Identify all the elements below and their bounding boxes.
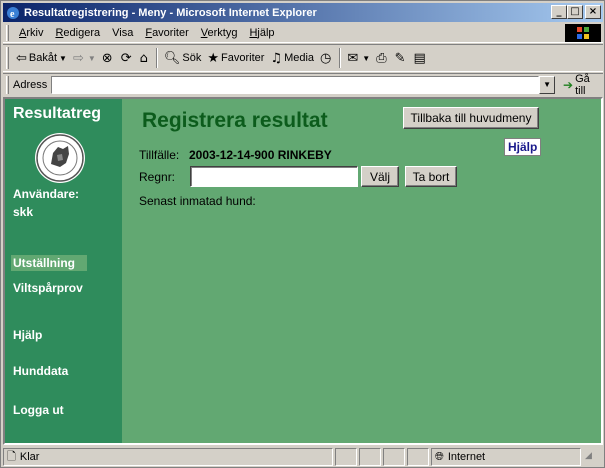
remove-button[interactable]: Ta bort (405, 166, 457, 187)
mail-icon: ✉ (347, 50, 359, 66)
home-button[interactable]: ⌂ (137, 47, 153, 69)
resize-grip-icon[interactable]: ◢ (585, 451, 597, 463)
status-zone-cell: 🌐︎ Internet (431, 448, 581, 466)
address-dropdown-icon[interactable]: ▼ (539, 75, 555, 94)
favorites-label: Favoriter (221, 52, 265, 64)
occasion-label: Tillfälle: (139, 148, 180, 162)
chevron-down-icon[interactable]: ▼ (59, 54, 67, 63)
nav-utstallning[interactable]: Utställning (11, 255, 87, 271)
go-label: Gå till (575, 72, 590, 97)
favorites-button[interactable]: ★ Favoriter (204, 47, 267, 69)
toolbar: ⇦ Bakåt ▼ ⇨ ▼ ⊗ ⟳ ⌂ 🔍︎ Sök ★ Favoriter ♫… (3, 44, 603, 72)
globe-icon: 🌐︎ (435, 450, 444, 463)
svg-text:e: e (10, 9, 15, 20)
status-bar: 🗋︎ Klar 🌐︎ Internet ◢ (3, 447, 603, 467)
browser-window: e Resultatregistrering - Meny - Microsof… (0, 0, 605, 468)
stop-button[interactable]: ⊗ (99, 47, 118, 69)
status-cell-empty (335, 448, 357, 466)
window-title: Resultatregistrering - Meny - Microsoft … (24, 6, 317, 19)
sidebar: Resultatreg Användare: skk Utställning V… (5, 99, 122, 443)
menu-favoriter[interactable]: Favoriter (139, 27, 194, 39)
address-label: Adress (13, 78, 48, 91)
occasion-value: 2003-12-14-900 RINKEBY (189, 148, 332, 162)
print-button[interactable]: ⎙ (373, 47, 391, 69)
last-entered-label: Senast inmatad hund: (139, 194, 256, 208)
windows-logo-icon (565, 24, 601, 42)
edit-button[interactable]: ✎ (392, 47, 411, 69)
back-button[interactable]: ⇦ Bakåt ▼ (13, 47, 70, 69)
menu-redigera[interactable]: Redigera (49, 27, 106, 39)
regnr-label: Regnr: (139, 170, 176, 184)
status-text: Klar (19, 451, 40, 463)
menu-visa[interactable]: Visa (106, 27, 139, 39)
back-to-main-menu-button[interactable]: Tillbaka till huvudmeny (403, 107, 539, 129)
page-title: Registrera resultat (142, 109, 328, 132)
sidebar-brand: Resultatreg (13, 105, 102, 122)
help-link[interactable]: Hjälp (504, 138, 542, 156)
chevron-down-icon[interactable]: ▼ (362, 54, 370, 63)
nav-logga-ut[interactable]: Logga ut (13, 403, 64, 417)
maximize-button[interactable]: □ (567, 5, 583, 19)
club-logo-icon (35, 133, 85, 183)
status-cell-empty (407, 448, 429, 466)
regnr-input[interactable] (190, 166, 358, 187)
close-button[interactable]: × (585, 5, 601, 19)
edit-icon: ✎ (394, 50, 406, 66)
menu-verktyg[interactable]: Verktyg (195, 27, 244, 39)
back-arrow-icon: ⇦ (16, 50, 27, 66)
stop-icon: ⊗ (101, 50, 113, 66)
address-grip[interactable] (6, 75, 9, 94)
user-name: skk (13, 205, 34, 219)
ie-icon: e (5, 5, 21, 21)
media-label: Media (284, 52, 315, 64)
title-bar[interactable]: e Resultatregistrering - Meny - Microsof… (3, 3, 603, 22)
search-icon: 🔍︎ (163, 50, 181, 66)
status-zone: Internet (447, 451, 486, 463)
search-label: Sök (182, 52, 202, 64)
select-button[interactable]: Välj (361, 166, 399, 187)
menu-hjalp[interactable]: Hjälp (243, 27, 280, 39)
go-button[interactable]: ➔ Gå till (563, 73, 603, 97)
discuss-icon: ▤ (413, 50, 426, 66)
page-content: Resultatreg Användare: skk Utställning V… (3, 97, 603, 445)
history-button[interactable]: ◷ (317, 47, 336, 69)
forward-arrow-icon: ⇨ (72, 50, 84, 66)
chevron-down-icon[interactable]: ▼ (88, 54, 96, 63)
mail-button[interactable]: ✉ ▼ (344, 47, 373, 69)
print-icon: ⎙ (376, 50, 387, 66)
menu-arkiv[interactable]: Arkiv (13, 27, 49, 39)
favorites-icon: ★ (207, 50, 220, 66)
home-icon: ⌂ (139, 50, 148, 66)
status-cell-empty (359, 448, 381, 466)
search-button[interactable]: 🔍︎ Sök (161, 47, 204, 69)
status-text-cell: 🗋︎ Klar (3, 448, 333, 466)
address-bar: Adress ▼ ➔ Gå till (3, 73, 603, 97)
nav-hjalp[interactable]: Hjälp (13, 328, 42, 342)
page-icon: 🗋︎ (7, 449, 16, 463)
go-arrow-icon: ➔ (563, 77, 574, 92)
user-label: Användare: (13, 187, 80, 201)
address-input[interactable] (51, 75, 540, 94)
refresh-icon: ⟳ (120, 50, 132, 66)
media-button[interactable]: ♫ Media (267, 47, 317, 69)
menu-bar: Arkiv Redigera Visa Favoriter Verktyg Hj… (3, 23, 603, 43)
toolbar-separator (339, 48, 342, 68)
media-icon: ♫ (270, 50, 283, 66)
discuss-button[interactable]: ▤ (411, 47, 431, 69)
minimize-button[interactable]: _ (551, 5, 567, 19)
status-cell-empty (383, 448, 405, 466)
back-label: Bakåt (28, 52, 58, 64)
toolbar-grip[interactable] (6, 47, 9, 69)
nav-hunddata[interactable]: Hunddata (13, 364, 68, 378)
refresh-button[interactable]: ⟳ (118, 47, 137, 69)
history-icon: ◷ (320, 50, 332, 66)
menu-grip[interactable] (6, 24, 9, 41)
nav-viltsparprov[interactable]: Viltspårprov (13, 281, 83, 295)
forward-button[interactable]: ⇨ ▼ (70, 47, 99, 69)
toolbar-separator (155, 48, 158, 68)
